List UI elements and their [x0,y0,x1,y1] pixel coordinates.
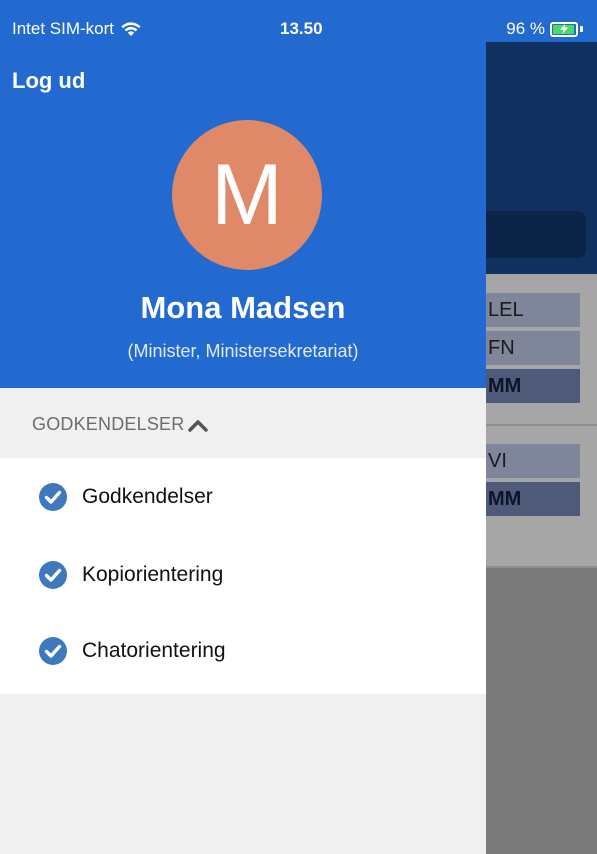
logout-button[interactable]: Log ud [12,68,85,94]
user-role: (Minister, Ministersekretariat) [127,341,359,361]
chevron-up-icon [188,419,209,432]
check-circle-icon [39,483,67,511]
menu-item-label: Kopiorientering [82,563,224,586]
menu-item-kopiorientering[interactable]: Kopiorientering [0,536,486,614]
background-cell: LEL [470,292,580,327]
avatar: M [172,120,322,270]
menu-list: Godkendelser Kopiorientering Chatoriente… [0,458,486,694]
background-cell: VI [470,443,580,478]
section-label: GODKENDELSER [32,414,185,434]
background-cell: MM [470,368,580,403]
status-time: 13.50 [280,19,323,38]
menu-item-chatorientering[interactable]: Chatorientering [0,612,486,690]
battery-fill [553,24,575,34]
background-cell: MM [470,481,580,516]
navigation-drawer: Log ud M Mona Madsen (Minister, Minister… [0,0,486,854]
battery-icon [550,21,578,37]
background-divider [486,424,597,426]
drawer-empty-area [0,694,486,854]
user-name: Mona Madsen [140,290,346,325]
menu-item-label: Chatorientering [82,639,226,662]
check-circle-icon [39,561,67,589]
status-battery-group: 96 % [506,19,583,39]
section-header: GODKENDELSER [0,388,486,458]
wifi-icon [121,22,141,36]
battery-cap [580,26,583,32]
battery-percent: 96 % [506,19,545,38]
charging-bolt-icon [559,24,568,34]
status-carrier-group: Intet SIM-kort [12,19,142,39]
drawer-header: Log ud M Mona Madsen (Minister, Minister… [0,0,486,388]
section-toggle-godkendelser[interactable]: GODKENDELSER [32,414,209,435]
background-cell: FN [470,330,580,365]
background-search-field [470,211,586,258]
menu-item-godkendelser[interactable]: Godkendelser [0,458,486,536]
menu-item-label: Godkendelser [82,485,213,508]
carrier-label: Intet SIM-kort [12,19,115,38]
check-circle-icon [39,637,67,665]
status-bar: Intet SIM-kort 13.50 96 % [0,0,597,42]
